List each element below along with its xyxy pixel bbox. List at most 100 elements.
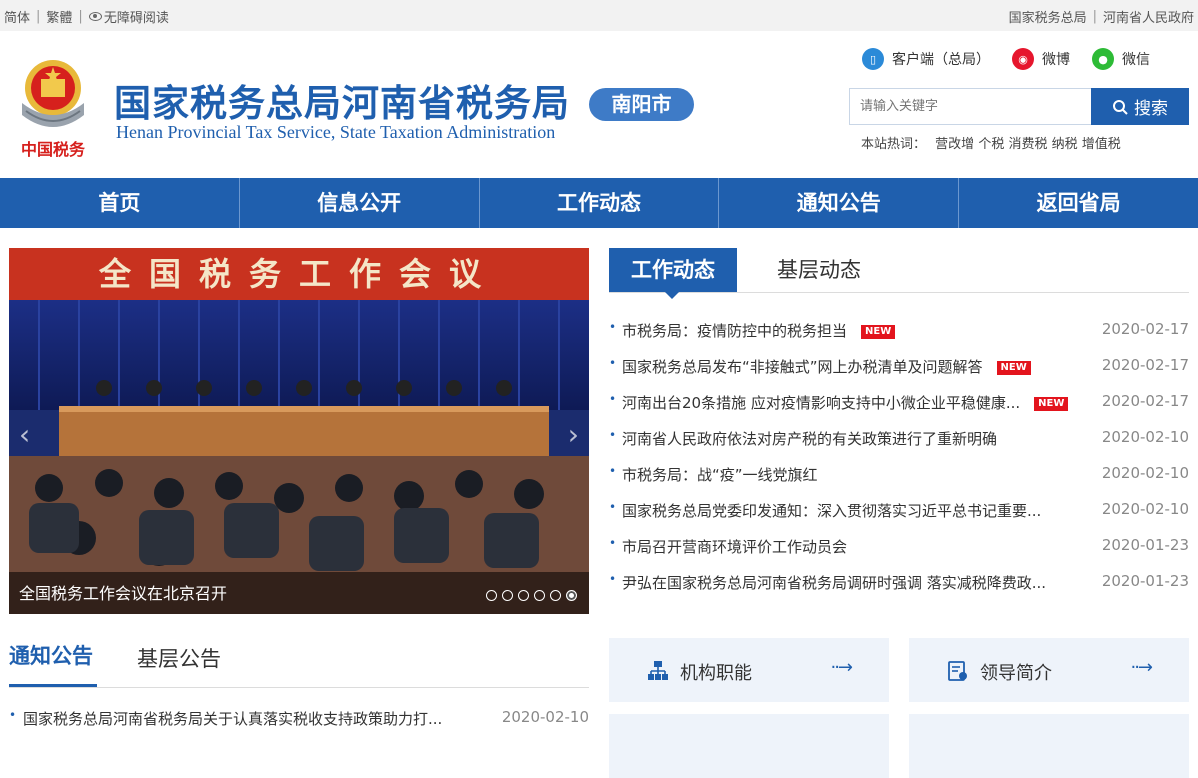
hot-words: 本站热词： 营改增 个税 消费税 纳税 增值税: [861, 133, 1121, 152]
bullet: •: [609, 464, 617, 478]
search-button[interactable]: 搜索: [1091, 88, 1189, 125]
news-title: 市局召开营商环境评价工作动员会: [622, 538, 848, 556]
carousel-dot[interactable]: [486, 590, 497, 601]
weibo-link[interactable]: ◉ 微博: [1012, 48, 1070, 70]
hot-word[interactable]: 消费税: [1008, 137, 1047, 152]
accessibility-label: 无障碍阅读: [103, 11, 169, 26]
city-badge: 南阳市: [589, 88, 694, 121]
top-utility-bar: 简体 | 繁體 | 无障碍阅读 国家税务总局 | 河南省人民政府: [0, 0, 1198, 31]
news-date: 2020-01-23: [1101, 572, 1189, 590]
search-bar: 搜索: [849, 88, 1189, 125]
site-title-english: Henan Provincial Tax Service, State Taxa…: [116, 122, 556, 142]
nav-notices[interactable]: 通知公告: [719, 178, 960, 228]
weibo-icon: ◉: [1012, 48, 1034, 70]
carousel-dot[interactable]: [534, 590, 545, 601]
bullet: •: [609, 428, 617, 442]
news-title: 尹弘在国家税务总局河南省税务局调研时强调 落实减税降费政...: [622, 574, 1047, 592]
nav-info-disclosure[interactable]: 信息公开: [240, 178, 480, 228]
list-item[interactable]: • 市税务局：疫情防控中的税务担当 NEW 2020-02-17: [609, 312, 1189, 348]
news-title: 市税务局：疫情防控中的税务担当: [622, 322, 848, 340]
bullet: •: [609, 536, 617, 550]
list-item[interactable]: • 市局召开营商环境评价工作动员会 2020-01-23: [609, 528, 1189, 564]
quick-link-box[interactable]: [909, 714, 1189, 778]
news-title: 河南省人民政府依法对房产税的有关政策进行了重新明确: [622, 430, 998, 448]
arrow-right-icon: ··→: [1130, 657, 1152, 678]
news-tabs: 工作动态 基层动态: [609, 248, 1189, 299]
leaders-intro-button[interactable]: 领导简介 ··→: [909, 638, 1189, 702]
notice-date: 2020-02-10: [501, 708, 589, 726]
hot-word[interactable]: 纳税: [1052, 137, 1078, 152]
list-item[interactable]: • 尹弘在国家税务总局河南省税务局调研时强调 落实减税降费政... 2020-0…: [609, 564, 1189, 600]
accessibility-link[interactable]: 无障碍阅读: [88, 7, 169, 26]
news-date: 2020-02-17: [1101, 320, 1189, 338]
org-functions-label: 机构职能: [680, 663, 752, 684]
new-badge: NEW: [861, 325, 896, 339]
emblem-text: 中国税务: [21, 140, 86, 159]
list-item[interactable]: • 河南出台20条措施 应对疫情影响支持中小微企业平稳健康... NEW 2020…: [609, 384, 1189, 420]
wechat-icon: ●: [1092, 48, 1114, 70]
new-badge: NEW: [996, 361, 1031, 375]
nav-work-news[interactable]: 工作动态: [480, 178, 720, 228]
news-date: 2020-02-10: [1101, 428, 1189, 446]
carousel-dot-active[interactable]: [566, 590, 577, 601]
news-date: 2020-02-17: [1101, 356, 1189, 374]
carousel-dot[interactable]: [502, 590, 513, 601]
list-item[interactable]: • 国家税务总局河南省税务局关于认真落实税收支持政策助力打... 2020-02…: [9, 706, 589, 730]
leaders-intro-label: 领导简介: [980, 663, 1052, 684]
news-date: 2020-02-10: [1101, 500, 1189, 518]
site-title: 国家税务总局河南省税务局: [114, 82, 570, 125]
list-item[interactable]: • 国家税务总局党委印发通知：深入贯彻落实习近平总书记重要... 2020-02…: [609, 492, 1189, 528]
traditional-chinese-link[interactable]: 繁體: [46, 7, 72, 26]
list-item[interactable]: • 河南省人民政府依法对房产税的有关政策进行了重新明确 2020-02-10: [609, 420, 1189, 456]
tab-local-notices[interactable]: 基层公告: [137, 642, 221, 687]
main-nav: 首页 信息公开 工作动态 通知公告 返回省局: [0, 178, 1198, 228]
news-carousel[interactable]: 全国税务工作会议 ‹ › 全国税务工作会议在北京召开: [9, 248, 589, 614]
tab-work-news[interactable]: 工作动态: [609, 248, 737, 299]
news-date: 2020-02-10: [1101, 464, 1189, 482]
nav-home[interactable]: 首页: [0, 178, 240, 228]
list-item[interactable]: • 市税务局：战“疫”一线党旗红 2020-02-10: [609, 456, 1189, 492]
sat-link[interactable]: 国家税务总局: [1009, 7, 1087, 26]
profile-card-icon: [948, 661, 967, 681]
carousel-next-icon[interactable]: ›: [568, 418, 579, 451]
org-functions-button[interactable]: 机构职能 ··→: [609, 638, 889, 702]
henan-gov-link[interactable]: 河南省人民政府: [1103, 7, 1194, 26]
client-app-link[interactable]: ▯ 客户端（总局）: [862, 48, 990, 70]
notice-tabs: 通知公告 基层公告: [9, 640, 589, 688]
list-item[interactable]: • 国家税务总局发布“非接触式”网上办税清单及问题解答 NEW 2020-02-1…: [609, 348, 1189, 384]
conference-photo: 全国税务工作会议: [9, 248, 589, 614]
hot-word[interactable]: 增值税: [1082, 137, 1121, 152]
tab-local-news[interactable]: 基层动态: [777, 248, 861, 292]
news-title: 国家税务总局发布“非接触式”网上办税清单及问题解答: [622, 358, 983, 376]
carousel-prev-icon[interactable]: ‹: [19, 418, 30, 451]
wechat-link[interactable]: ● 微信: [1092, 48, 1150, 70]
bullet: •: [609, 320, 617, 334]
news-title: 国家税务总局党委印发通知：深入贯彻落实习近平总书记重要...: [622, 502, 1042, 520]
wechat-label: 微信: [1122, 52, 1150, 68]
weibo-label: 微博: [1042, 52, 1070, 68]
nav-back-to-province[interactable]: 返回省局: [959, 178, 1198, 228]
simplified-chinese-link[interactable]: 简体: [4, 7, 30, 26]
org-chart-icon: [648, 661, 668, 680]
new-badge: NEW: [1034, 397, 1069, 411]
search-input[interactable]: [849, 88, 1099, 125]
notice-title: 国家税务总局河南省税务局关于认真落实税收支持政策助力打...: [23, 710, 443, 728]
hot-word[interactable]: 营改增: [935, 137, 974, 152]
news-title: 市税务局：战“疫”一线党旗红: [622, 466, 818, 484]
carousel-dots: [481, 590, 577, 601]
bullet: •: [609, 356, 617, 370]
mobile-phone-icon: ▯: [862, 48, 884, 70]
tax-emblem-logo[interactable]: 中国税务: [12, 55, 94, 160]
hot-word[interactable]: 个税: [978, 137, 1004, 152]
hot-words-label: 本站热词：: [861, 137, 927, 152]
quick-link-box[interactable]: [609, 714, 889, 778]
carousel-dot[interactable]: [518, 590, 529, 601]
eye-icon: [88, 12, 102, 21]
carousel-caption[interactable]: 全国税务工作会议在北京召开: [19, 580, 227, 604]
header-links: ▯ 客户端（总局） ◉ 微博 ● 微信: [862, 48, 1172, 70]
search-icon: [1113, 99, 1128, 115]
news-title: 河南出台20条措施 应对疫情影响支持中小微企业平稳健康...: [622, 394, 1021, 412]
carousel-dot[interactable]: [550, 590, 561, 601]
tab-notices[interactable]: 通知公告: [9, 639, 97, 687]
news-date: 2020-01-23: [1101, 536, 1189, 554]
